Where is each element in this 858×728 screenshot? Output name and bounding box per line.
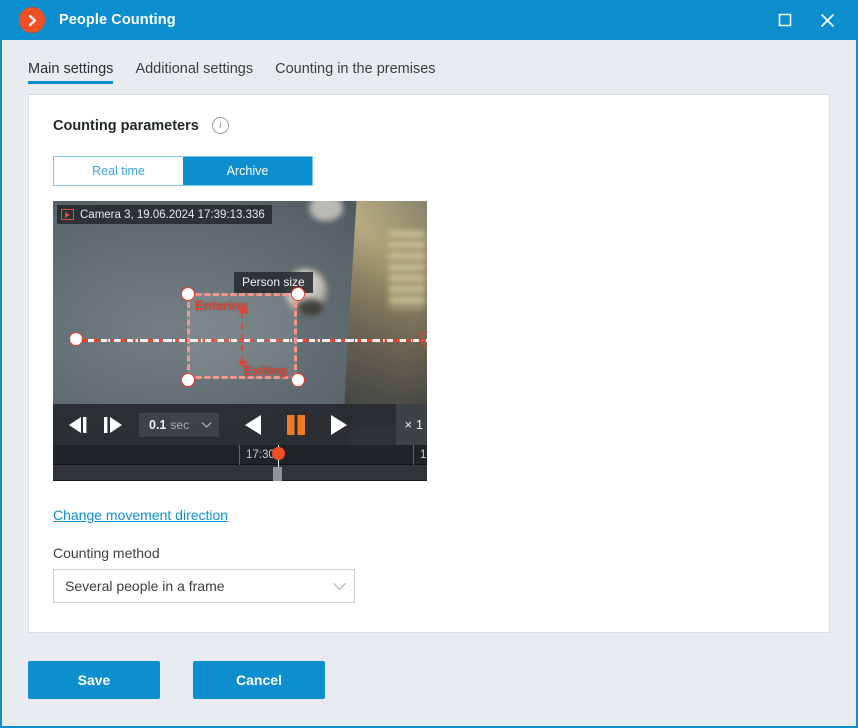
tab-main-settings-label: Main settings bbox=[28, 61, 114, 77]
counting-method-label: Counting method bbox=[53, 545, 160, 561]
person-size-handle-top-right[interactable] bbox=[291, 287, 305, 301]
video-preview[interactable]: Camera 3, 19.06.2024 17:39:13.336 Person… bbox=[53, 201, 427, 481]
exiting-label: Exiting bbox=[244, 363, 288, 378]
timeline-tick: 18 bbox=[413, 445, 427, 465]
app-logo-icon bbox=[19, 7, 45, 33]
playback-controls bbox=[241, 413, 351, 437]
step-interval-value: 0.1 bbox=[149, 417, 167, 432]
playback-speed-value: 1 bbox=[416, 417, 423, 432]
close-icon[interactable] bbox=[806, 0, 848, 40]
rewind-icon[interactable] bbox=[241, 413, 267, 437]
tab-additional-settings-label: Additional settings bbox=[135, 61, 254, 77]
counting-parameters-card: Counting parameters i Real time Archive … bbox=[28, 94, 830, 633]
playback-speed-indicator[interactable]: × 1 bbox=[396, 404, 427, 445]
person-height-arrow-icon bbox=[238, 306, 248, 368]
person-size-handle-bottom-left[interactable] bbox=[181, 373, 195, 387]
step-interval-unit: sec bbox=[170, 417, 190, 432]
step-forward-icon[interactable] bbox=[99, 415, 127, 435]
scene-person-shadow bbox=[297, 299, 323, 315]
timeline-scrub-grip[interactable] bbox=[273, 467, 282, 481]
card-header: Counting parameters i bbox=[53, 117, 805, 134]
counting-line-handle-left[interactable] bbox=[69, 332, 83, 346]
dialog-footer: Save Cancel bbox=[2, 633, 856, 726]
tab-main-settings[interactable]: Main settings bbox=[28, 61, 114, 88]
window-title: People Counting bbox=[59, 12, 176, 28]
timeline-playhead-handle[interactable] bbox=[272, 447, 285, 460]
counting-method-value: Several people in a frame bbox=[65, 578, 225, 594]
video-controls: 0.1 sec × 1 bbox=[53, 404, 427, 445]
timeline-track[interactable] bbox=[53, 465, 427, 480]
play-badge-icon bbox=[61, 209, 74, 220]
tab-counting-in-the-premises[interactable]: Counting in the premises bbox=[275, 61, 435, 88]
camera-label: Camera 3, 19.06.2024 17:39:13.336 bbox=[57, 205, 272, 224]
change-movement-direction-link[interactable]: Change movement direction bbox=[53, 507, 228, 523]
person-size-box[interactable]: Person size Entering Exiting bbox=[187, 272, 313, 379]
toggle-archive-label: Archive bbox=[226, 164, 269, 178]
title-bar: People Counting bbox=[2, 0, 856, 40]
counting-line-handle-right[interactable] bbox=[419, 332, 427, 346]
playback-speed-prefix: × bbox=[404, 417, 413, 432]
archive-timeline[interactable]: 17:30 18 bbox=[53, 445, 427, 481]
toggle-real-time-label: Real time bbox=[92, 164, 145, 178]
tab-additional-settings[interactable]: Additional settings bbox=[135, 61, 253, 88]
counting-method-select[interactable]: Several people in a frame bbox=[53, 569, 355, 603]
timeline-ruler[interactable]: 17:30 18 bbox=[53, 445, 427, 465]
cancel-button[interactable]: Cancel bbox=[193, 660, 325, 699]
scene-object-shelf bbox=[389, 231, 425, 309]
people-counting-window: People Counting Main settings Additional… bbox=[0, 0, 858, 728]
timeline-tick: 17:30 bbox=[239, 445, 275, 465]
tab-counting-in-the-premises-label: Counting in the premises bbox=[275, 61, 436, 77]
card-title: Counting parameters bbox=[53, 117, 199, 134]
person-size-handle-top-left[interactable] bbox=[181, 287, 195, 301]
info-icon[interactable]: i bbox=[211, 117, 229, 134]
pause-icon[interactable] bbox=[283, 413, 309, 437]
play-icon[interactable] bbox=[325, 413, 351, 437]
step-back-icon[interactable] bbox=[65, 415, 93, 435]
save-button[interactable]: Save bbox=[28, 660, 160, 699]
window-controls bbox=[764, 0, 848, 40]
chevron-down-icon bbox=[201, 416, 212, 434]
person-size-handle-bottom-right[interactable] bbox=[291, 373, 305, 387]
source-mode-toggle: Real time Archive bbox=[53, 156, 313, 186]
step-interval-dropdown[interactable]: 0.1 sec bbox=[139, 412, 220, 437]
toggle-real-time[interactable]: Real time bbox=[54, 157, 183, 185]
chevron-down-icon bbox=[333, 576, 346, 590]
maximize-icon[interactable] bbox=[764, 0, 806, 40]
toggle-archive[interactable]: Archive bbox=[183, 157, 312, 185]
tab-bar: Main settings Additional settings Counti… bbox=[2, 40, 856, 88]
camera-label-text: Camera 3, 19.06.2024 17:39:13.336 bbox=[80, 208, 265, 221]
